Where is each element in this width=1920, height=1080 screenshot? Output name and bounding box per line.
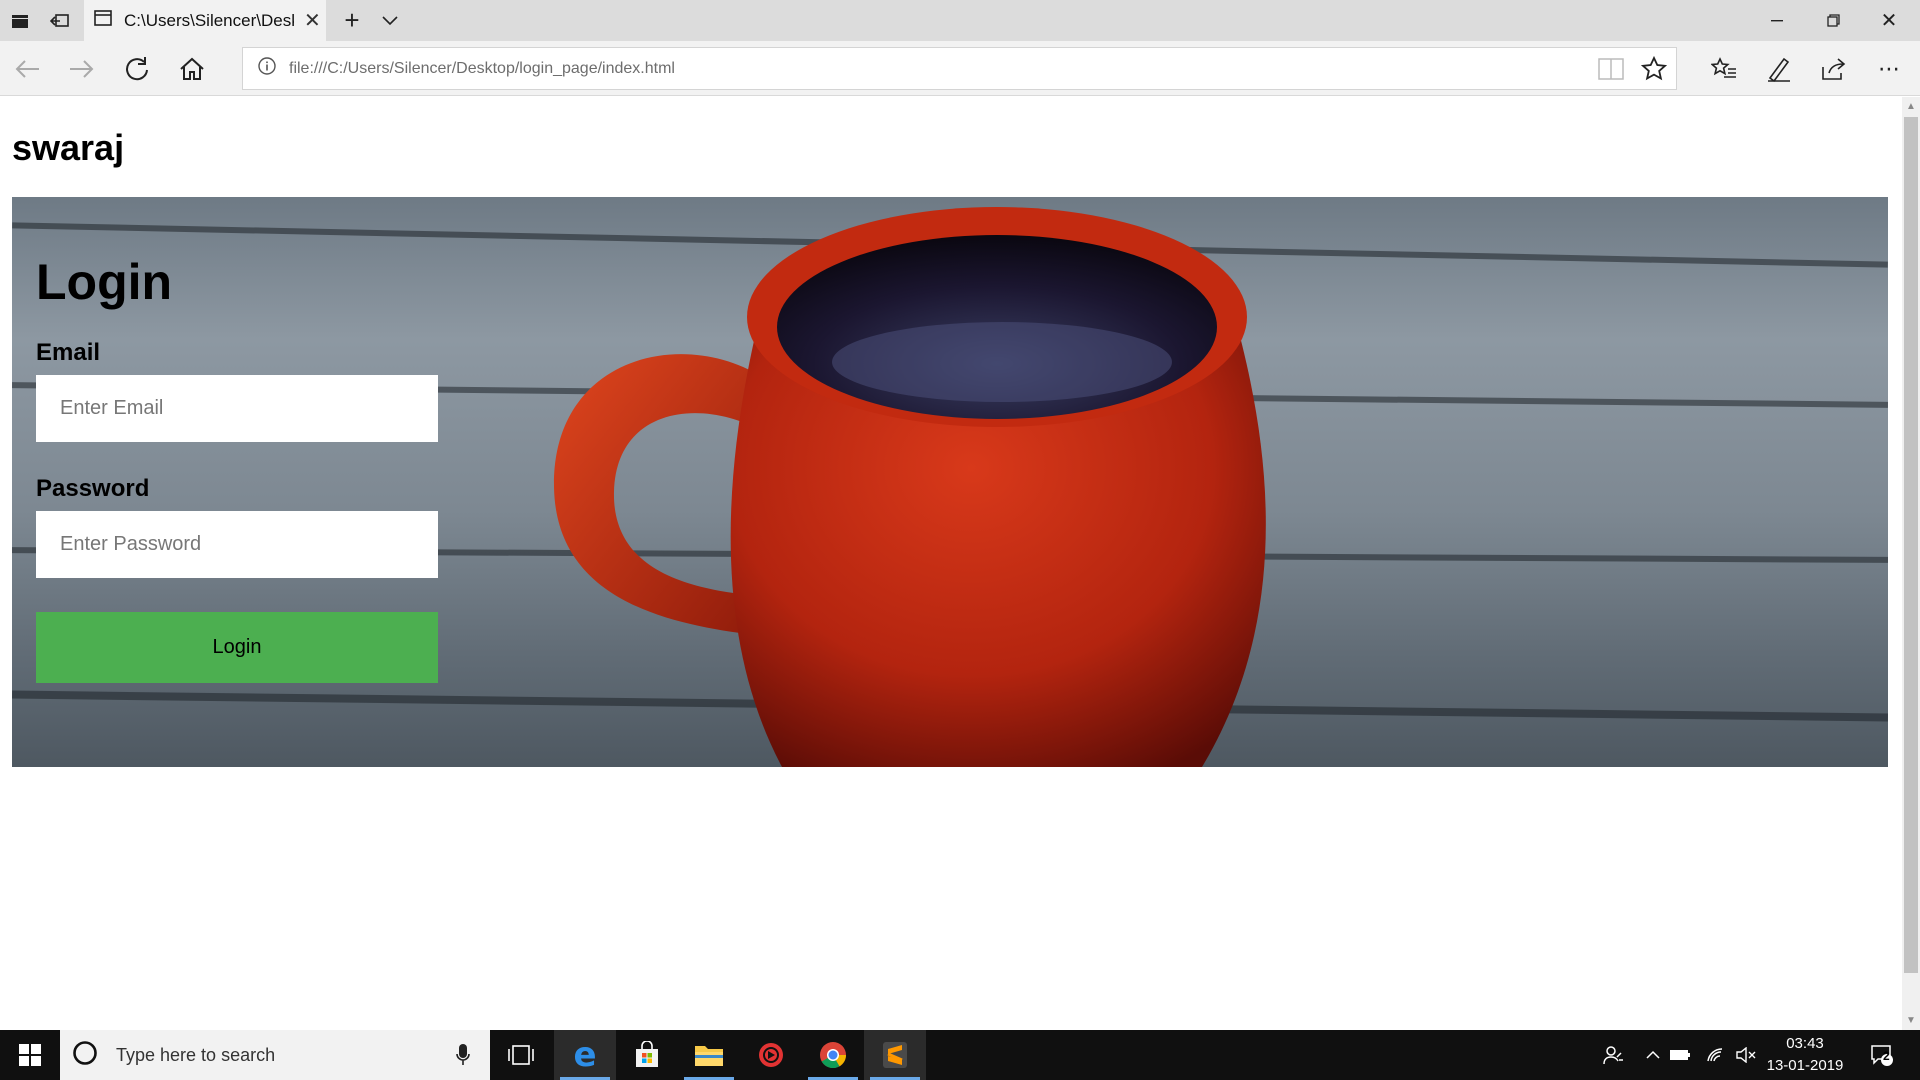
notification-count-badge: 2: [1883, 1049, 1890, 1063]
action-center-icon[interactable]: 2: [1862, 1030, 1902, 1080]
info-icon[interactable]: [257, 56, 277, 81]
wifi-icon[interactable]: [1702, 1030, 1730, 1080]
tab-bar: C:\Users\Silencer\Deskt ✕ + ✕: [0, 0, 1920, 41]
home-icon[interactable]: [168, 41, 216, 96]
minimize-icon[interactable]: [1754, 0, 1800, 41]
add-favorite-star-icon[interactable]: [1640, 55, 1668, 87]
taskbar-search[interactable]: Type here to search: [60, 1030, 490, 1080]
microphone-icon[interactable]: [456, 1044, 470, 1071]
email-label: Email: [36, 339, 101, 366]
start-windows-icon[interactable]: [0, 1030, 60, 1080]
cortana-icon: [72, 1040, 98, 1071]
favorites-hub-icon[interactable]: [1700, 41, 1748, 96]
address-bar[interactable]: file:///C:/Users/Silencer/Desktop/login_…: [242, 47, 1677, 90]
close-window-icon[interactable]: ✕: [1866, 0, 1912, 41]
pen-icon[interactable]: [1755, 41, 1803, 96]
tab-title: C:\Users\Silencer\Deskt: [124, 10, 294, 30]
reading-view-icon[interactable]: [1598, 58, 1624, 85]
file-explorer-icon[interactable]: [678, 1030, 740, 1080]
sublime-text-icon[interactable]: [864, 1030, 926, 1080]
password-field[interactable]: [36, 511, 438, 578]
close-tab-icon[interactable]: ✕: [304, 8, 321, 33]
share-icon[interactable]: [1810, 41, 1858, 96]
task-view-icon[interactable]: [490, 1030, 552, 1080]
scroll-down-icon[interactable]: ▼: [1906, 1015, 1916, 1026]
refresh-icon[interactable]: [113, 41, 161, 96]
chrome-icon[interactable]: [802, 1030, 864, 1080]
clock-time: 03:43: [1786, 1035, 1824, 1052]
taskbar-clock[interactable]: 03:43 13-01-2019: [1755, 1033, 1855, 1077]
email-field[interactable]: [36, 375, 438, 442]
password-label: Password: [36, 475, 150, 502]
forward-icon[interactable]: [58, 41, 106, 96]
edge-icon[interactable]: e: [554, 1030, 616, 1080]
store-icon[interactable]: [616, 1030, 678, 1080]
back-icon[interactable]: [3, 41, 51, 96]
clock-date: 13-01-2019: [1766, 1057, 1844, 1074]
people-icon[interactable]: [1596, 1030, 1630, 1080]
scrollbar-thumb[interactable]: [1904, 117, 1918, 973]
scroll-up-icon[interactable]: ▲: [1906, 101, 1916, 112]
set-aside-tabs-icon[interactable]: [40, 0, 80, 41]
tab-actions-icon[interactable]: [0, 0, 40, 41]
page-content: swaraj Login Email Enter Email Password …: [0, 97, 1902, 1030]
coffee-mug-image: [553, 207, 1266, 767]
hero-banner: Login Email Password Login: [12, 197, 1888, 767]
search-placeholder: Type here to search: [116, 1044, 276, 1065]
restore-icon[interactable]: [1810, 0, 1856, 41]
tab-active[interactable]: C:\Users\Silencer\Deskt ✕: [84, 0, 326, 41]
media-app-icon[interactable]: [740, 1030, 802, 1080]
tab-preview-chevron-icon[interactable]: [374, 0, 406, 41]
login-button[interactable]: Login: [36, 612, 438, 683]
url-text: file:///C:/Users/Silencer/Desktop/login_…: [289, 59, 675, 77]
battery-icon[interactable]: [1666, 1030, 1694, 1080]
new-tab-icon[interactable]: +: [336, 0, 368, 41]
login-heading: Login: [36, 254, 173, 310]
site-title: swaraj: [12, 127, 125, 168]
page-icon: [94, 10, 112, 31]
more-icon[interactable]: ⋯: [1866, 41, 1914, 96]
show-hidden-icons-chevron-icon[interactable]: [1640, 1030, 1666, 1080]
